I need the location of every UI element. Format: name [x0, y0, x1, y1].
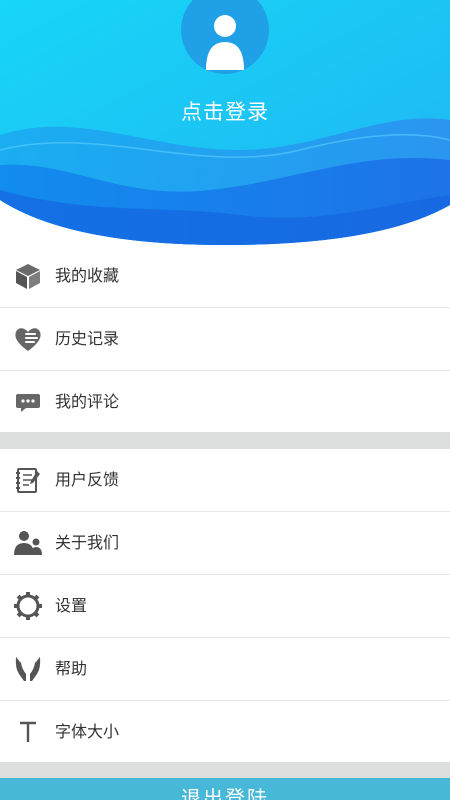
- people-icon: [14, 531, 42, 555]
- menu-item-history[interactable]: 历史记录: [0, 308, 450, 371]
- heart-chat-icon: [15, 328, 41, 351]
- avatar-head: [214, 15, 236, 37]
- text-size-icon: [20, 721, 36, 742]
- menu-item-settings[interactable]: 设置: [0, 575, 450, 638]
- notebook-icon: [16, 468, 40, 493]
- section-divider: [0, 432, 450, 449]
- login-link[interactable]: 点击登录: [0, 96, 450, 126]
- profile-header: 点击登录: [0, 0, 450, 245]
- menu-label: 字体大小: [55, 722, 120, 741]
- menu-group-personal: 我的收藏 历史记录 我的评论: [0, 245, 450, 433]
- menu-label: 历史记录: [55, 329, 120, 348]
- gear-icon: [14, 592, 42, 620]
- menu-label: 我的评论: [55, 392, 120, 411]
- menu-label: 关于我们: [55, 533, 120, 552]
- menu-item-help[interactable]: 帮助: [0, 638, 450, 701]
- menu-group-general: 用户反馈 关于我们 设置 帮助 字体大小: [0, 449, 450, 763]
- avatar[interactable]: [181, 0, 269, 88]
- comment-icon: [16, 394, 40, 412]
- menu-label: 我的收藏: [55, 266, 120, 285]
- menu-item-about[interactable]: 关于我们: [0, 512, 450, 575]
- hands-icon: [15, 657, 41, 681]
- menu-item-font-size[interactable]: 字体大小: [0, 701, 450, 763]
- menu-label: 用户反馈: [55, 470, 120, 489]
- menu-item-comments[interactable]: 我的评论: [0, 371, 450, 433]
- menu-item-favorites[interactable]: 我的收藏: [0, 245, 450, 308]
- section-divider: [0, 762, 450, 778]
- logout-button[interactable]: 退出登陆: [0, 778, 450, 800]
- menu-label: 帮助: [55, 659, 88, 678]
- box-icon: [16, 264, 40, 289]
- profile-page: 点击登录 我的收藏 历史记录 我的评论 用户反馈 关于我们 设置 帮助 字体大小…: [0, 0, 450, 800]
- menu-label: 设置: [55, 596, 88, 615]
- menu-item-feedback[interactable]: 用户反馈: [0, 449, 450, 512]
